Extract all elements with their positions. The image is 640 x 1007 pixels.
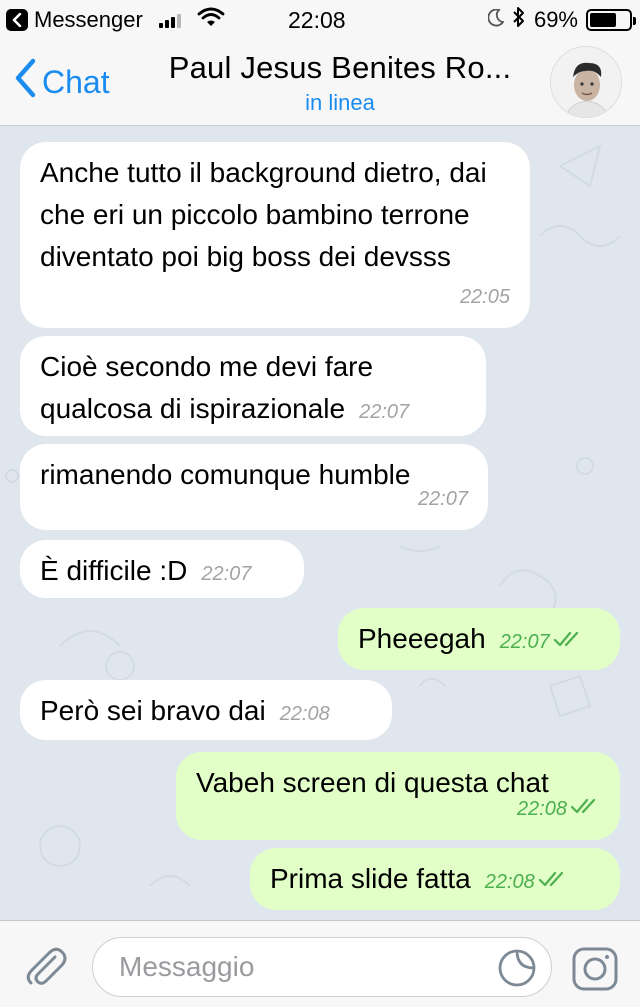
back-button-label: Chat: [42, 63, 110, 100]
wifi-icon: [197, 7, 225, 33]
incoming-message[interactable]: È difficile :D 22:07: [20, 540, 304, 598]
back-button[interactable]: Chat: [14, 58, 110, 106]
avatar[interactable]: [550, 46, 622, 118]
status-bar: Messenger 22:08 69%: [0, 0, 640, 40]
paperclip-icon[interactable]: [22, 943, 68, 994]
message-meta: 22:07: [418, 478, 468, 520]
message-text: Pheeegah: [358, 623, 486, 654]
message-text: È difficile :D: [40, 555, 188, 586]
chat-messages[interactable]: Anche tutto il background dietro, dai ch…: [0, 126, 640, 920]
battery-percent: 69%: [533, 7, 578, 32]
moon-icon: [487, 7, 505, 33]
message-meta: 22:07: [359, 391, 409, 433]
chat-header: Chat Paul Jesus Benites Ro... in linea: [0, 40, 640, 126]
message-field[interactable]: [92, 937, 552, 997]
camera-icon[interactable]: [570, 945, 620, 996]
message-text: Cioè secondo me devi fare qualcosa di is…: [40, 351, 374, 424]
double-check-icon: [538, 861, 568, 903]
double-check-icon: [553, 621, 583, 663]
message-text: Però sei bravo dai: [40, 695, 266, 726]
outgoing-message[interactable]: Prima slide fatta 22:08: [250, 848, 620, 910]
composer-bar: [0, 920, 640, 1007]
message-time: 22:07: [499, 631, 550, 653]
message-meta: 22:08: [485, 861, 568, 903]
message-time: 22:08: [484, 871, 535, 893]
message-text: Anche tutto il background dietro, dai ch…: [40, 157, 487, 272]
status-time: 22:08: [288, 7, 346, 33]
back-to-app-label[interactable]: Messenger: [34, 7, 143, 33]
message-meta: 22:08: [280, 693, 330, 735]
message-meta: 22:05: [460, 276, 510, 318]
incoming-message[interactable]: rimanendo comunque humble 22:07: [20, 444, 488, 530]
sticker-icon[interactable]: [495, 946, 539, 997]
outgoing-message[interactable]: Pheeegah 22:07: [338, 608, 620, 670]
message-text: rimanendo comunque humble: [40, 459, 411, 490]
signal-icon: [158, 12, 181, 28]
bluetooth-icon: [512, 6, 526, 34]
message-meta: 22:07: [500, 621, 583, 663]
message-time: 22:05: [459, 286, 510, 308]
battery-icon: [586, 9, 636, 31]
message-meta: 22:07: [201, 553, 251, 595]
chevron-left-icon: [14, 58, 36, 106]
chat-title-block[interactable]: Paul Jesus Benites Ro... in linea: [140, 50, 540, 116]
battery-fill: [590, 13, 617, 27]
message-meta: 22:08: [517, 788, 600, 830]
message-time: 22:08: [516, 798, 567, 820]
double-check-icon: [570, 788, 600, 830]
back-to-app-icon[interactable]: [6, 9, 28, 31]
incoming-message[interactable]: Però sei bravo dai 22:08: [20, 680, 392, 740]
contact-name: Paul Jesus Benites Ro...: [168, 50, 512, 85]
incoming-message[interactable]: Anche tutto il background dietro, dai ch…: [20, 142, 530, 328]
message-time: 22:08: [279, 703, 330, 725]
outgoing-message[interactable]: Vabeh screen di questa chat 22:08: [176, 752, 620, 840]
message-text: Prima slide fatta: [270, 863, 471, 894]
message-text: Vabeh screen di questa chat: [196, 767, 549, 798]
message-time: 22:07: [201, 563, 252, 585]
message-time: 22:07: [359, 401, 410, 423]
contact-status: in linea: [305, 90, 375, 115]
message-input[interactable]: [119, 951, 459, 983]
incoming-message[interactable]: Cioè secondo me devi fare qualcosa di is…: [20, 336, 486, 436]
message-time: 22:07: [417, 488, 468, 510]
